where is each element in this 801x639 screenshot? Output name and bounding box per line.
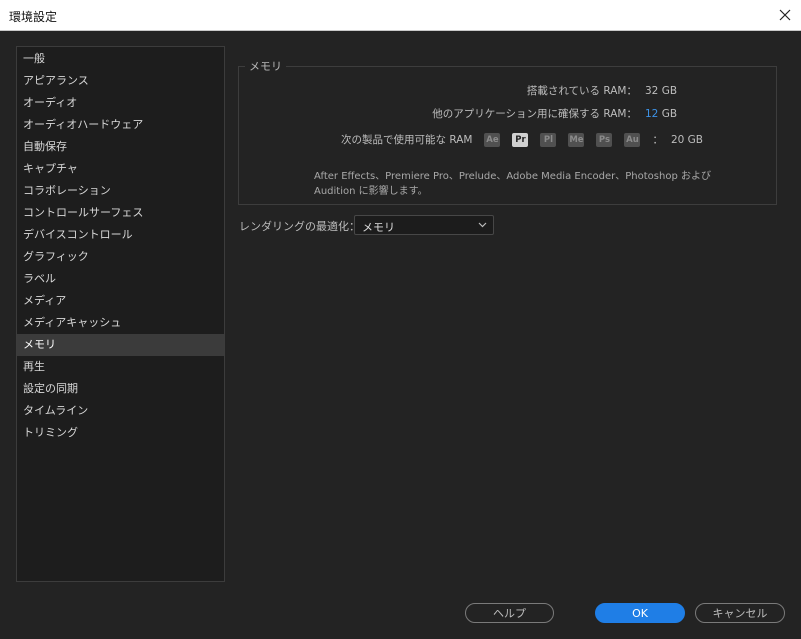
available-ram-separator: ： [652, 134, 663, 146]
ok-button[interactable]: OK [595, 603, 685, 623]
prelude-badge: Pl [540, 132, 557, 147]
memory-affected-apps-note: After Effects、Premiere Pro、Prelude、Adobe… [314, 171, 711, 197]
preferences-category-list: 一般 アピアランス オーディオ オーディオハードウェア 自動保存 キャプチャ コ… [16, 46, 225, 582]
installed-ram-row: 搭載されている RAM： 32 GB [527, 83, 679, 98]
sidebar-item-memory[interactable]: メモリ [17, 334, 224, 356]
sidebar-item-sync-settings[interactable]: 設定の同期 [17, 378, 224, 400]
reserved-ram-unit: GB [661, 107, 678, 120]
available-ram-value: 20 GB [670, 133, 703, 146]
help-button[interactable]: ヘルプ [465, 603, 554, 623]
media-encoder-badge: Me [568, 132, 585, 147]
cancel-button[interactable]: キャンセル [695, 603, 785, 623]
reserved-ram-value: 12 GB [645, 108, 679, 120]
reserved-ram-label: 他のアプリケーション用に確保する RAM： [432, 108, 637, 120]
installed-ram-label: 搭載されている RAM： [526, 85, 637, 97]
close-icon [779, 9, 791, 21]
sidebar-item-collaboration[interactable]: コラボレーション [17, 180, 224, 202]
sidebar-item-media[interactable]: メディア [17, 290, 224, 312]
sidebar-item-playback[interactable]: 再生 [17, 356, 224, 378]
reserved-ram-row: 他のアプリケーション用に確保する RAM： 12 GB [432, 106, 679, 121]
photoshop-badge: Ps [596, 132, 613, 147]
close-button[interactable] [769, 0, 801, 30]
sidebar-item-timeline[interactable]: タイムライン [17, 400, 224, 422]
title-bar: 環境設定 [0, 0, 801, 31]
rendering-optimization-dropdown[interactable]: メモリ [354, 215, 494, 235]
window-title: 環境設定 [9, 10, 58, 24]
rendering-optimization-value: メモリ [362, 221, 395, 234]
sidebar-item-general[interactable]: 一般 [17, 48, 224, 70]
sidebar-item-labels[interactable]: ラベル [17, 268, 224, 290]
installed-ram-value: 32 GB [645, 84, 678, 97]
premiere-pro-badge: Pr [512, 132, 529, 147]
sidebar-item-appearance[interactable]: アピアランス [17, 70, 224, 92]
rendering-optimization-label: レンダリングの最適化： [239, 220, 360, 233]
sidebar-item-device-control[interactable]: デバイスコントロール [17, 224, 224, 246]
sidebar-item-audio-hardware[interactable]: オーディオハードウェア [17, 114, 224, 136]
available-ram-label: 次の製品で使用可能な RAM [341, 134, 473, 146]
reserved-ram-number[interactable]: 12 [645, 108, 658, 120]
after-effects-badge: Ae [484, 132, 501, 147]
available-ram-row: 次の製品で使用可能な RAM Ae Pr Pl Me Ps Au ： 20 GB [341, 132, 703, 147]
sidebar-item-audio[interactable]: オーディオ [17, 92, 224, 114]
chevron-down-icon [478, 222, 487, 228]
sidebar-item-trim[interactable]: トリミング [17, 422, 224, 444]
sidebar-item-media-cache[interactable]: メディアキャッシュ [17, 312, 224, 334]
sidebar-item-capture[interactable]: キャプチャ [17, 158, 224, 180]
sidebar-item-graphics[interactable]: グラフィック [17, 246, 224, 268]
sidebar-item-control-surface[interactable]: コントロールサーフェス [17, 202, 224, 224]
audition-badge: Au [624, 132, 641, 147]
memory-group-legend: メモリ [245, 58, 286, 74]
sidebar-item-auto-save[interactable]: 自動保存 [17, 136, 224, 158]
